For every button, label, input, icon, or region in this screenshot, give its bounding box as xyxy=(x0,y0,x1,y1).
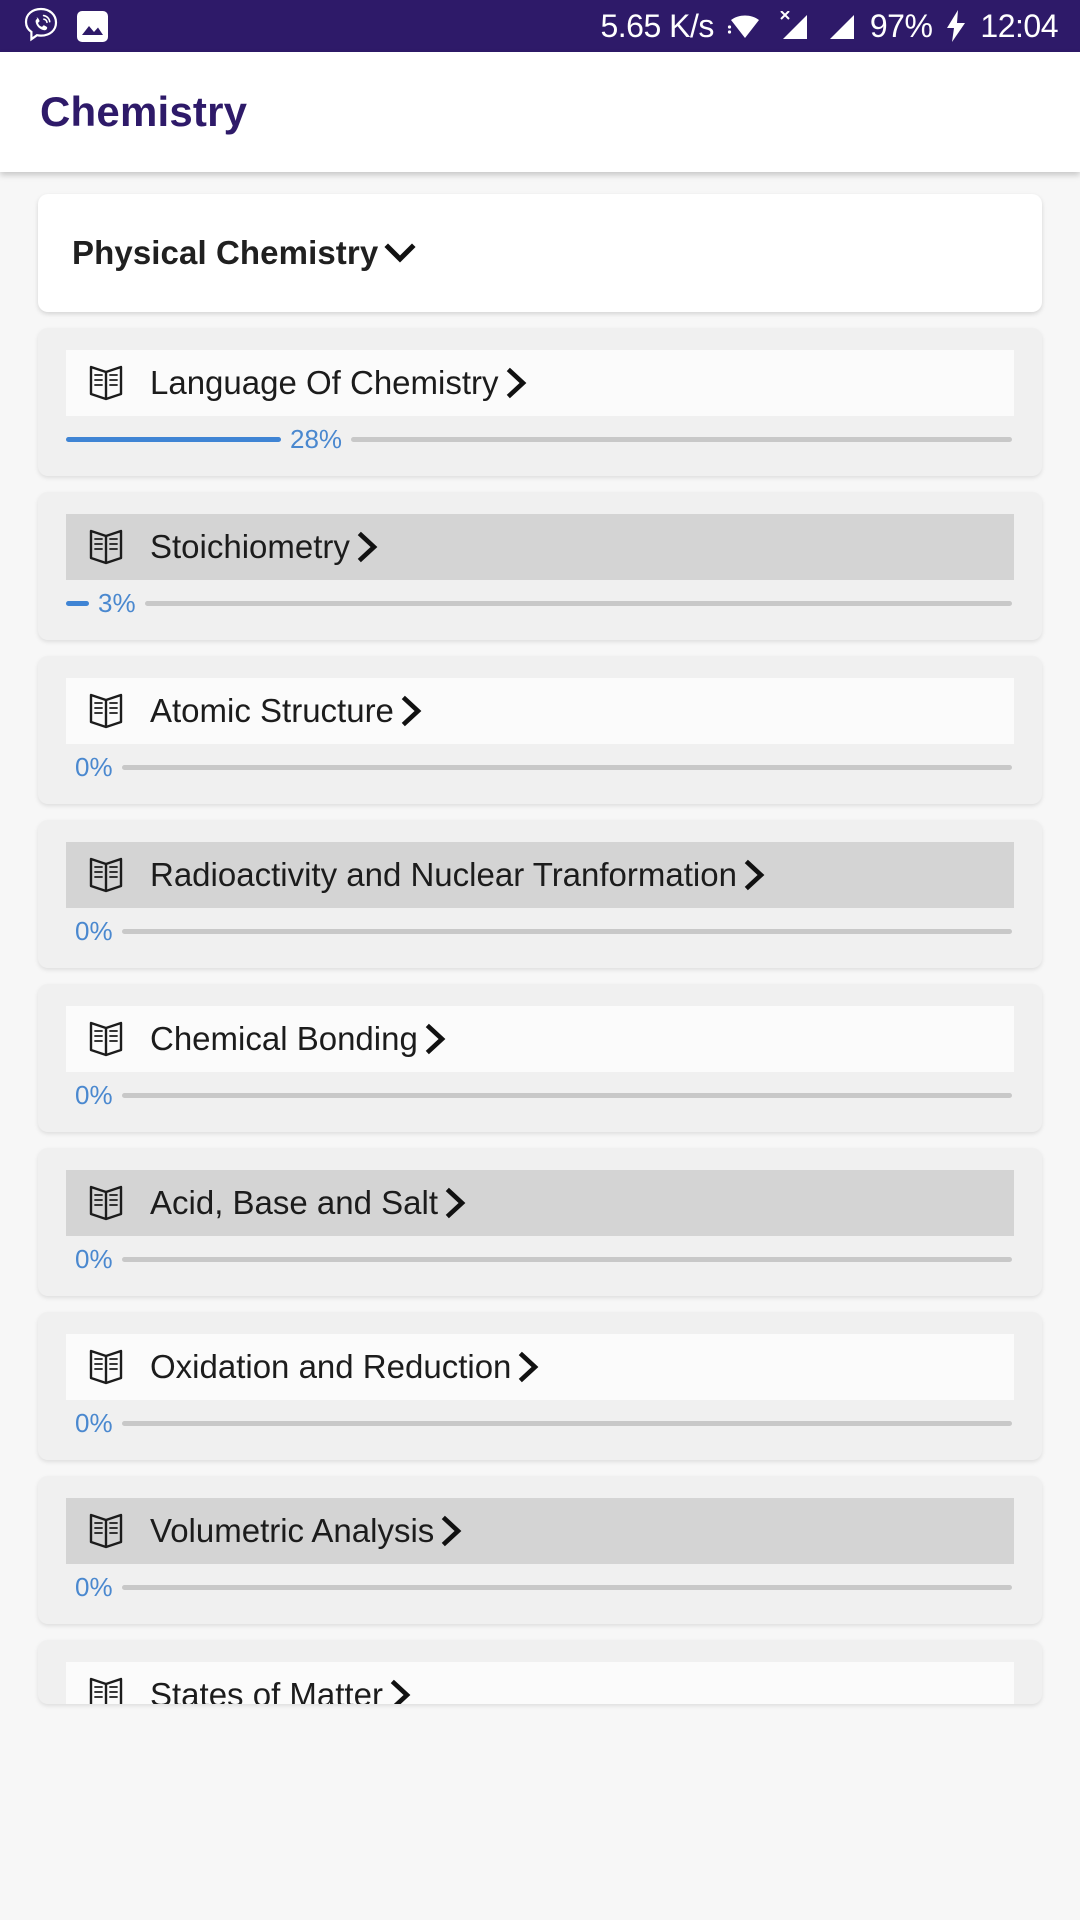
progress-fill xyxy=(66,600,89,606)
chapter-row-0[interactable]: Language Of Chemistry xyxy=(66,350,1014,416)
progress-percent-label: 0% xyxy=(75,1080,113,1110)
chapter-label: Radioactivity and Nuclear Tranformation xyxy=(150,856,737,893)
progress-bar: 0% xyxy=(66,1400,1014,1446)
page-title: Chemistry xyxy=(40,88,248,135)
chapter-label: Atomic Structure xyxy=(150,692,394,729)
chapter-card-6: Oxidation and Reduction 0% xyxy=(38,1312,1042,1460)
chapter-row-1[interactable]: Stoichiometry xyxy=(66,514,1014,580)
chapter-label: Stoichiometry xyxy=(150,528,350,565)
status-bar-notifications xyxy=(22,7,109,45)
chapter-row-2[interactable]: Atomic Structure xyxy=(66,678,1014,744)
progress-fill xyxy=(66,436,281,442)
chapter-card-3: Radioactivity and Nuclear Tranformation … xyxy=(38,820,1042,968)
chevron-right-icon[interactable] xyxy=(383,1678,417,1704)
progress-bar: 0% xyxy=(66,908,1014,954)
chapter-label: Chemical Bonding xyxy=(150,1020,418,1057)
book-icon xyxy=(86,1020,126,1058)
progress-track xyxy=(121,1420,1012,1426)
book-icon xyxy=(86,1184,126,1222)
chevron-right-icon[interactable] xyxy=(394,694,428,728)
status-bar: 5.65 K/s 97% 12:04 xyxy=(0,0,1080,52)
progress-bar: 0% xyxy=(66,744,1014,790)
chevron-down-icon[interactable] xyxy=(378,231,422,275)
progress-track xyxy=(121,764,1012,770)
chapter-card-4: Chemical Bonding 0% xyxy=(38,984,1042,1132)
book-icon xyxy=(86,856,126,894)
chapter-card-5: Acid, Base and Salt 0% xyxy=(38,1148,1042,1296)
progress-bar: 0% xyxy=(66,1564,1014,1610)
app-bar: Chemistry xyxy=(0,52,1080,172)
chapter-row-3[interactable]: Radioactivity and Nuclear Tranformation xyxy=(66,842,1014,908)
battery-percent: 97% xyxy=(869,8,933,44)
charging-bolt-icon xyxy=(945,10,967,42)
chapter-row-8[interactable]: States of Matter xyxy=(66,1662,1014,1704)
book-icon xyxy=(86,692,126,730)
progress-percent-label: 0% xyxy=(75,1408,113,1438)
photo-icon xyxy=(76,10,109,43)
chapter-row-6[interactable]: Oxidation and Reduction xyxy=(66,1334,1014,1400)
book-icon xyxy=(86,1348,126,1386)
chapter-label: States of Matter xyxy=(150,1676,383,1704)
group-title: Physical Chemistry xyxy=(72,234,379,271)
progress-percent-label: 28% xyxy=(290,424,343,454)
chevron-right-icon[interactable] xyxy=(434,1514,468,1548)
chapter-list: Language Of Chemistry 28% Stoichiometry xyxy=(38,328,1042,1704)
chapter-label: Acid, Base and Salt xyxy=(150,1184,439,1221)
book-icon xyxy=(86,1676,126,1704)
progress-track xyxy=(121,1256,1012,1262)
viber-icon xyxy=(22,7,60,45)
progress-track xyxy=(351,436,1012,442)
progress-bar: 0% xyxy=(66,1236,1014,1282)
progress-track xyxy=(144,600,1012,606)
chapter-card-0: Language Of Chemistry 28% xyxy=(38,328,1042,476)
chapter-card-1: Stoichiometry 3% xyxy=(38,492,1042,640)
group-header-physical-chemistry[interactable]: Physical Chemistry xyxy=(38,194,1042,312)
progress-track xyxy=(121,928,1012,934)
status-bar-indicators: 5.65 K/s 97% 12:04 xyxy=(600,10,1058,42)
progress-percent-label: 3% xyxy=(98,588,136,618)
chevron-right-icon[interactable] xyxy=(418,1022,452,1056)
chevron-right-icon[interactable] xyxy=(438,1186,472,1220)
wifi-icon xyxy=(727,11,763,41)
chevron-right-icon[interactable] xyxy=(737,858,771,892)
book-icon xyxy=(86,364,126,402)
chevron-right-icon[interactable] xyxy=(499,366,533,400)
chapter-card-2: Atomic Structure 0% xyxy=(38,656,1042,804)
progress-percent-label: 0% xyxy=(75,752,113,782)
signal-icon-1 xyxy=(776,11,810,41)
chapter-label: Language Of Chemistry xyxy=(150,364,499,401)
chapter-row-4[interactable]: Chemical Bonding xyxy=(66,1006,1014,1072)
network-speed: 5.65 K/s xyxy=(600,8,714,44)
book-icon xyxy=(86,1512,126,1550)
progress-bar: 3% xyxy=(66,580,1014,626)
chapter-label: Oxidation and Reduction xyxy=(150,1348,512,1385)
chapter-list-scroll[interactable]: Physical Chemistry Language Of Chemistry xyxy=(0,172,1080,1920)
chevron-right-icon[interactable] xyxy=(511,1350,545,1384)
chevron-right-icon[interactable] xyxy=(350,530,384,564)
progress-percent-label: 0% xyxy=(75,1244,113,1274)
progress-track xyxy=(121,1092,1012,1098)
progress-percent-label: 0% xyxy=(75,916,113,946)
chapter-label: Volumetric Analysis xyxy=(150,1512,435,1549)
progress-percent-label: 0% xyxy=(75,1572,113,1602)
signal-icon-2 xyxy=(823,11,857,41)
book-icon xyxy=(86,528,126,566)
progress-bar: 0% xyxy=(66,1072,1014,1118)
clock: 12:04 xyxy=(980,8,1058,44)
chapter-card-8: States of Matter 0% xyxy=(38,1640,1042,1704)
chapter-row-5[interactable]: Acid, Base and Salt xyxy=(66,1170,1014,1236)
progress-track xyxy=(121,1584,1012,1590)
progress-bar: 28% xyxy=(66,416,1014,462)
chapter-row-7[interactable]: Volumetric Analysis xyxy=(66,1498,1014,1564)
chapter-card-7: Volumetric Analysis 0% xyxy=(38,1476,1042,1624)
